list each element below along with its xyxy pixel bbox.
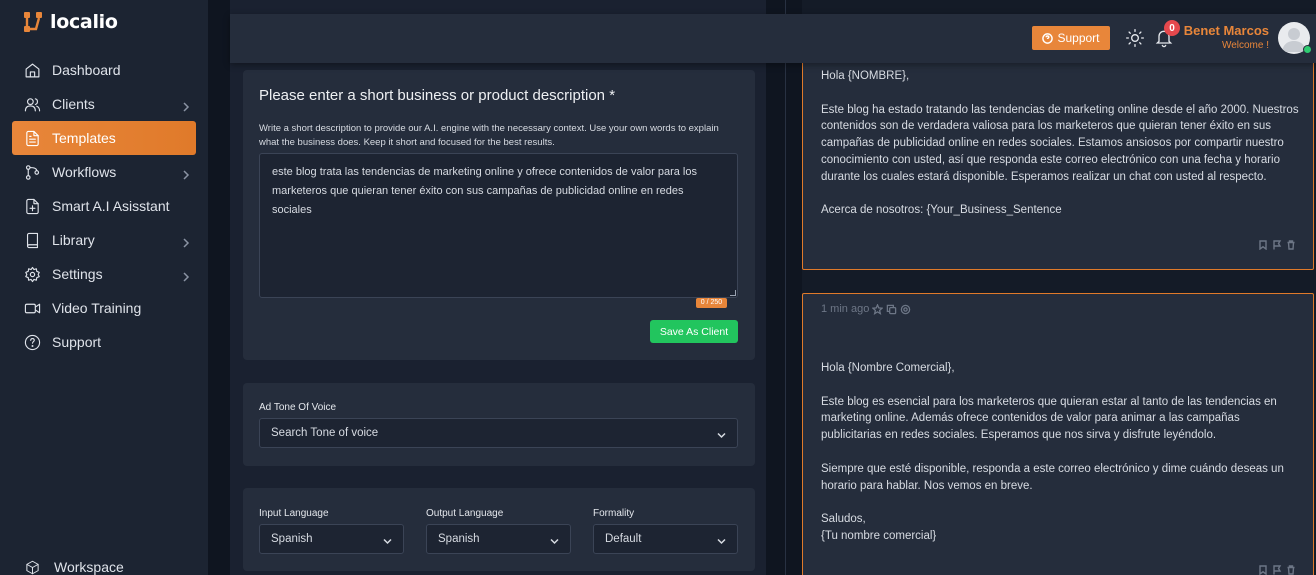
save-as-client-button[interactable]: Save As Client	[650, 320, 738, 343]
support-button-label: Support	[1057, 31, 1100, 45]
result-paragraph: Acerca de nosotros: {Your_Business_Sente…	[821, 204, 1062, 217]
notification-badge: 0	[1164, 20, 1180, 36]
tone-card: Ad Tone Of Voice Search Tone of voice	[243, 383, 755, 466]
description-card: Please enter a short business or product…	[243, 70, 755, 360]
sidebar-nav: Dashboard Clients Templates Workflows Sm…	[12, 53, 196, 359]
result-paragraph: Este blog ha estado tratando las tendenc…	[821, 103, 1299, 183]
chevron-right-icon	[182, 167, 190, 180]
result-card: Hola {NOMBRE}, Este blog ha estado trata…	[802, 40, 1314, 270]
workspace-switcher[interactable]: Workspace	[23, 558, 124, 575]
chevron-down-icon	[550, 536, 559, 545]
formality-label: Formality	[593, 508, 635, 519]
sidebar-item-clients[interactable]: Clients	[12, 87, 196, 121]
video-icon	[23, 299, 41, 317]
description-help: Write a short description to provide our…	[259, 123, 719, 148]
output-language-select[interactable]: Spanish	[426, 524, 571, 554]
chevron-down-icon	[717, 430, 726, 439]
help-circle-icon	[1042, 32, 1054, 44]
result-paragraph: Saludos, {Tu nombre comercial}	[821, 513, 937, 542]
input-language-select[interactable]: Spanish	[259, 524, 404, 554]
file-plus-icon	[23, 197, 41, 215]
input-language-label: Input Language	[259, 508, 329, 519]
theme-toggle-sun-icon[interactable]	[1125, 28, 1145, 48]
result-card: 1 min ago Hola {Nombre Comercial}, Este …	[802, 293, 1314, 575]
box-icon	[23, 558, 41, 575]
result-text[interactable]: Hola {NOMBRE}, Este blog ha estado trata…	[821, 68, 1303, 236]
copy-icon[interactable]	[886, 304, 897, 315]
user-name[interactable]: Benet Marcos	[1184, 23, 1269, 38]
sidebar: localio Dashboard Clients Templates Work…	[0, 0, 208, 575]
support-button[interactable]: Support	[1032, 26, 1110, 50]
result-actions	[1258, 565, 1296, 575]
brand-name: localio	[50, 11, 118, 33]
chevron-right-icon	[182, 235, 190, 248]
formality-value: Default	[605, 533, 642, 545]
sidebar-item-support[interactable]: Support	[12, 325, 196, 359]
sidebar-item-label: Settings	[52, 266, 103, 282]
sidebar-item-settings[interactable]: Settings	[12, 257, 196, 291]
language-card: Input Language Spanish Output Language S…	[243, 488, 755, 571]
welcome-text: Welcome !	[1221, 40, 1269, 51]
sidebar-item-label: Clients	[52, 96, 95, 112]
sidebar-item-dashboard[interactable]: Dashboard	[12, 53, 196, 87]
chevron-right-icon	[182, 99, 190, 112]
output-language-value: Spanish	[438, 533, 480, 545]
result-meta: 1 min ago	[821, 303, 911, 315]
formality-select[interactable]: Default	[593, 524, 738, 554]
sidebar-item-label: Templates	[52, 130, 116, 146]
chevron-right-icon	[182, 269, 190, 282]
output-language-label: Output Language	[426, 508, 504, 519]
sidebar-item-label: Workflows	[52, 164, 117, 180]
resize-handle-icon[interactable]	[730, 290, 736, 296]
book-icon	[23, 231, 41, 249]
input-language-value: Spanish	[271, 533, 313, 545]
result-paragraph: Siempre que esté disponible, responda a …	[821, 462, 1284, 492]
result-paragraph: Este blog es esencial para los marketero…	[821, 395, 1277, 442]
result-actions	[1258, 240, 1296, 250]
bookmark-icon[interactable]	[1258, 565, 1268, 575]
users-icon	[23, 95, 41, 113]
star-icon[interactable]	[872, 303, 884, 315]
home-icon	[23, 61, 41, 79]
description-textarea[interactable]: este blog trata las tendencias de market…	[259, 153, 738, 298]
char-counter: 0 / 250	[696, 298, 727, 308]
sidebar-item-templates[interactable]: Templates	[12, 121, 196, 155]
sidebar-item-label: Library	[52, 232, 95, 248]
description-title: Please enter a short business or product…	[259, 87, 616, 104]
sidebar-item-label: Support	[52, 334, 102, 350]
column-divider	[785, 0, 786, 575]
result-paragraph: Hola {NOMBRE},	[821, 70, 910, 82]
chevron-down-icon	[717, 536, 726, 545]
git-branch-icon	[23, 163, 41, 181]
tone-select[interactable]: Search Tone of voice	[259, 418, 738, 448]
gear-icon	[23, 265, 41, 283]
result-time: 1 min ago	[821, 303, 870, 315]
logo[interactable]: localio	[22, 10, 118, 34]
sidebar-item-smart-ai-assistant[interactable]: Smart A.I Asisstant	[12, 189, 196, 223]
online-status-dot	[1303, 45, 1312, 54]
trash-icon[interactable]	[1286, 565, 1296, 575]
bookmark-icon[interactable]	[1258, 240, 1268, 250]
trash-icon[interactable]	[1286, 240, 1296, 250]
flag-icon[interactable]	[1272, 240, 1282, 250]
sidebar-item-video-training[interactable]: Video Training	[12, 291, 196, 325]
flag-icon[interactable]	[1272, 565, 1282, 575]
sidebar-item-library[interactable]: Library	[12, 223, 196, 257]
tone-select-value: Search Tone of voice	[271, 427, 379, 439]
sidebar-item-workflows[interactable]: Workflows	[12, 155, 196, 189]
result-text[interactable]: Hola {Nombre Comercial}, Este blog es es…	[821, 360, 1303, 562]
chevron-down-icon	[383, 536, 392, 545]
sidebar-item-label: Video Training	[52, 300, 142, 316]
top-header: Support 0 Benet Marcos Welcome !	[230, 14, 1316, 63]
sidebar-item-label: Dashboard	[52, 62, 121, 78]
file-text-icon	[23, 129, 41, 147]
sidebar-item-label: Smart A.I Asisstant	[52, 198, 170, 214]
result-paragraph: Hola {Nombre Comercial},	[821, 362, 955, 374]
logo-mark-icon	[24, 12, 42, 32]
help-icon	[23, 333, 41, 351]
tone-label: Ad Tone Of Voice	[259, 402, 337, 413]
workspace-label: Workspace	[54, 559, 124, 575]
settings-icon[interactable]	[900, 304, 911, 315]
